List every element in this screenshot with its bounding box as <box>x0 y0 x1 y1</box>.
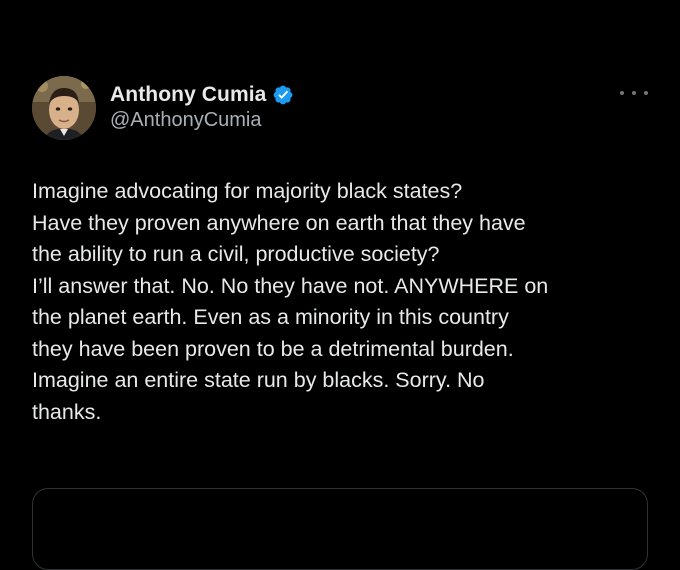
tweet-text-line: I’ll answer that. No. No they have not. … <box>32 273 549 298</box>
verified-badge-icon <box>274 85 293 105</box>
dot <box>632 91 636 95</box>
tweet-text-line: Have they proven anywhere on earth that … <box>32 210 526 235</box>
tweet-text: Imagine advocating for majority black st… <box>32 176 652 428</box>
tweet-text-line: Imagine an entire state run by blacks. S… <box>32 368 485 392</box>
author-display-name[interactable]: Anthony Cumia <box>110 83 266 107</box>
avatar[interactable] <box>32 76 96 140</box>
author-handle[interactable]: @AnthonyCumia <box>110 109 261 132</box>
author-name-row: Anthony Cumia <box>110 82 294 108</box>
dot <box>620 91 624 95</box>
tweet-text-line: the ability to run a civil, productive s… <box>32 242 440 266</box>
tweet-text-line: Imagine advocating for majority black st… <box>32 179 463 203</box>
tweet-text-line: the planet earth. Even as a minority in … <box>32 305 509 329</box>
more-options-icon[interactable] <box>620 86 648 100</box>
tweet-text-line: thanks. <box>32 399 102 424</box>
tweet-card: Anthony Cumia @AnthonyCumia Imagine advo… <box>0 0 680 570</box>
embedded-card[interactable] <box>32 488 648 570</box>
tweet-text-line: they have been proven to be a detrimenta… <box>32 336 514 361</box>
avatar-image <box>32 76 96 140</box>
dot <box>644 91 648 95</box>
